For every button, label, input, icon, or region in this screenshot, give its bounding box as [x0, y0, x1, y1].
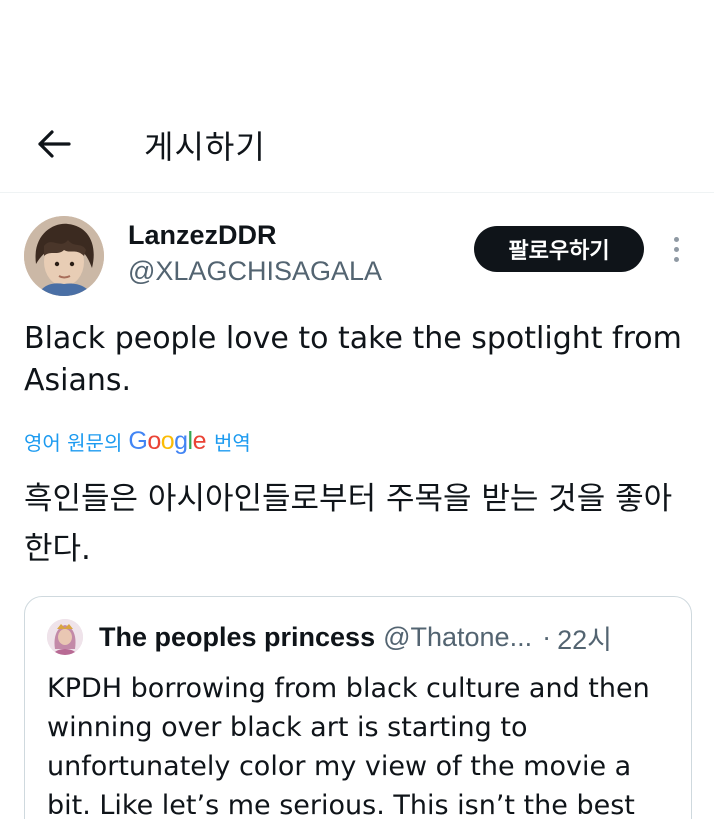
quote-handle: @Thatone... [383, 621, 533, 652]
follow-button[interactable]: 팔로우하기 [474, 226, 644, 272]
quote-header: The peoples princess @Thatone... · 22시 [99, 619, 612, 655]
translate-suffix: 번역 [214, 430, 251, 455]
top-bar: 게시하기 [0, 100, 714, 190]
more-vertical-icon [673, 236, 679, 242]
page-title: 게시하기 [144, 128, 266, 166]
quote-text: KPDH borrowing from black culture and th… [47, 673, 650, 819]
avatar[interactable] [24, 216, 104, 296]
quote-display-name: The peoples princess [99, 621, 376, 652]
google-logo: Google [128, 426, 206, 455]
avatar-image [24, 216, 104, 296]
more-options-button[interactable] [662, 228, 690, 270]
more-vertical-icon-dot [673, 256, 679, 262]
tweet-text: Black people love to take the spotlight … [24, 321, 682, 398]
translate-link[interactable]: 영어 원문의 Google 번역 [24, 424, 251, 458]
translated-text: 흑인들은 아시아인들로부터 주목을 받는 것을 좋아한다. [24, 481, 673, 567]
quote-timestamp: 22시 [557, 624, 612, 655]
display-name[interactable]: LanzezDDR [128, 220, 277, 251]
user-handle[interactable]: @XLAGCHISAGALA [128, 256, 382, 287]
post-screen: 게시하기 LanzezDDR @XLAGCHISAGALA 팔로우하기 Blac… [0, 0, 714, 819]
arrow-left-icon [38, 130, 71, 158]
header-divider [0, 192, 714, 193]
more-vertical-icon-dot [673, 246, 679, 252]
back-button[interactable] [28, 120, 80, 168]
translate-prefix: 영어 원문의 [24, 430, 123, 455]
quote-separator: · [542, 621, 552, 652]
quote-avatar [47, 619, 83, 655]
quoted-tweet[interactable]: The peoples princess @Thatone... · 22시 K… [24, 596, 692, 819]
quote-avatar-image [47, 619, 83, 655]
